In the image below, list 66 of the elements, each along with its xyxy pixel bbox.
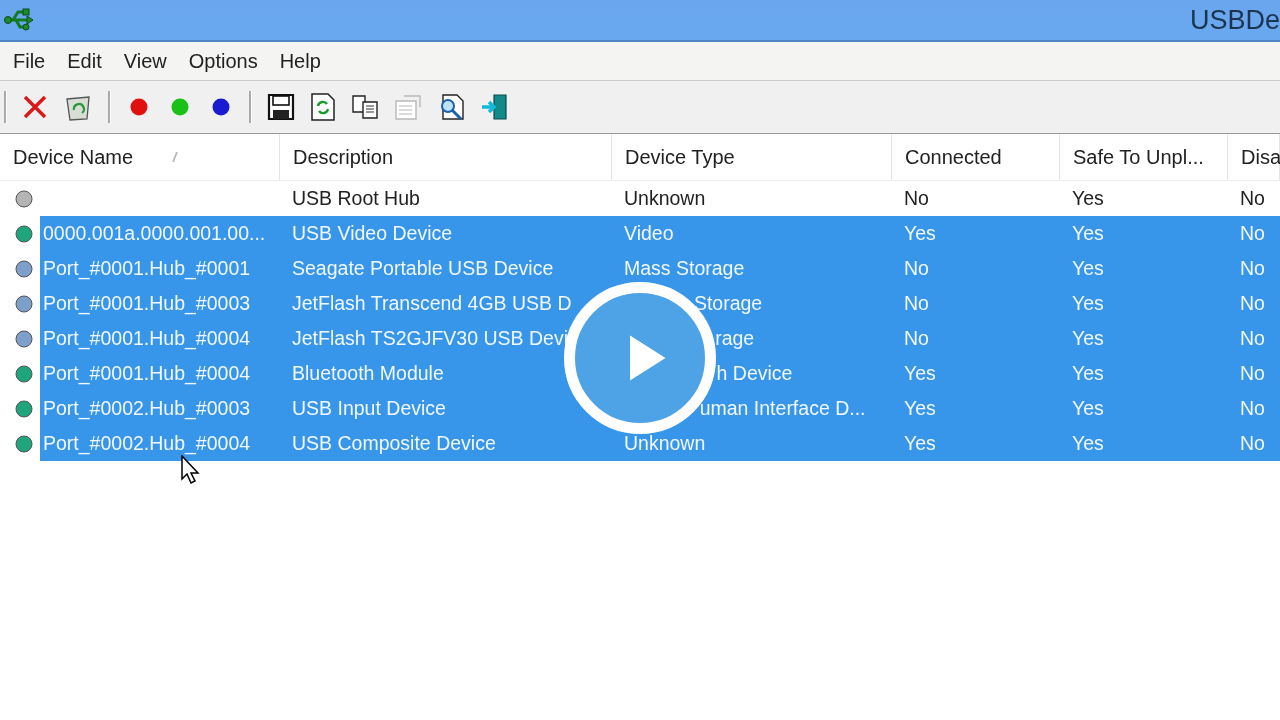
table-cell: Video: [624, 222, 674, 244]
save-icon[interactable]: [267, 93, 295, 121]
table-cell: Yes: [1072, 187, 1104, 209]
table-cell: Port_#0001.Hub_#0001: [43, 257, 251, 279]
table-cell: Bluetooth Module: [292, 362, 444, 384]
table-cell: Yes: [1072, 397, 1104, 419]
copy-icon[interactable]: [351, 94, 379, 120]
table-cell: Yes: [1072, 222, 1104, 244]
table-cell: Port_#0002.Hub_#0004: [43, 432, 251, 454]
table-cell: Mass Storage: [624, 257, 745, 279]
delete-icon[interactable]: [22, 94, 48, 120]
table-cell: No: [1240, 257, 1265, 279]
menu-item[interactable]: Help: [268, 45, 332, 77]
table-cell: No: [904, 257, 929, 279]
table-cell: Storage: [693, 292, 763, 314]
table-cell: Yes: [1072, 257, 1104, 279]
table-row[interactable]: USB Root Hub Unknown No Yes No: [40, 181, 1280, 216]
table-cell: No: [1240, 432, 1265, 454]
column-header[interactable]: Device Name: [0, 134, 280, 180]
table-cell: USB Video Device: [292, 222, 453, 244]
menu-item[interactable]: Options: [177, 45, 269, 77]
table-cell: Yes: [904, 362, 936, 384]
table-cell: JetFlash TS2GJFV30 USB Devi: [292, 327, 568, 349]
window-title: USBDe: [1189, 4, 1280, 36]
table-cell: No: [1240, 187, 1265, 209]
table-cell: No: [904, 187, 929, 209]
table-cell: h Device: [716, 362, 793, 384]
table-cell: Port_#0001.Hub_#0004: [43, 327, 251, 349]
exit-icon[interactable]: [480, 93, 508, 121]
table-cell: uman Interface D...: [699, 397, 866, 419]
table-cell: No: [1240, 362, 1265, 384]
table-cell: Yes: [1072, 432, 1104, 454]
table-cell: USB Input Device: [292, 397, 446, 419]
table-cell: USB Composite Device: [292, 432, 496, 454]
column-header[interactable]: Connected: [892, 134, 1060, 180]
menu-item[interactable]: Edit: [56, 45, 113, 77]
table-cell: Port_#0001.Hub_#0003: [43, 292, 251, 314]
table-cell: Port_#0002.Hub_#0003: [43, 397, 251, 419]
column-header[interactable]: Description: [280, 134, 612, 180]
refresh-icon[interactable]: [310, 92, 336, 122]
table-cell: No: [1240, 327, 1265, 349]
column-header[interactable]: Device Type: [612, 134, 892, 180]
table-cell: Yes: [1072, 327, 1104, 349]
table-cell: JetFlash Transcend 4GB USB D: [292, 292, 572, 314]
table-cell: Yes: [904, 222, 936, 244]
table-cell: 0000.001a.0000.001.00...: [43, 222, 266, 244]
table-cell: No: [904, 292, 929, 314]
table-cell: No: [1240, 292, 1265, 314]
table-cell: Yes: [1072, 292, 1104, 314]
table-cell: Yes: [1072, 362, 1104, 384]
table-cell: rage: [715, 327, 755, 349]
sort-icon: [171, 151, 179, 163]
column-header[interactable]: Safe To Unpl...: [1060, 134, 1228, 180]
table-cell: Seagate Portable USB Device: [292, 257, 554, 279]
menu-item[interactable]: File: [2, 45, 57, 77]
table-cell: Port_#0001.Hub_#0004: [43, 362, 251, 384]
table-cell: No: [1240, 397, 1265, 419]
table-cell: No: [1240, 222, 1265, 244]
menu-item[interactable]: View: [112, 45, 178, 77]
table-cell: Unknown: [624, 187, 706, 209]
mouse-cursor-icon: [181, 455, 201, 485]
table-cell: Unknown: [624, 432, 706, 454]
table-cell: No: [904, 327, 929, 349]
table-cell: Yes: [904, 397, 936, 419]
table-cell: Yes: [904, 432, 936, 454]
table-cell: USB Root Hub: [292, 187, 420, 209]
